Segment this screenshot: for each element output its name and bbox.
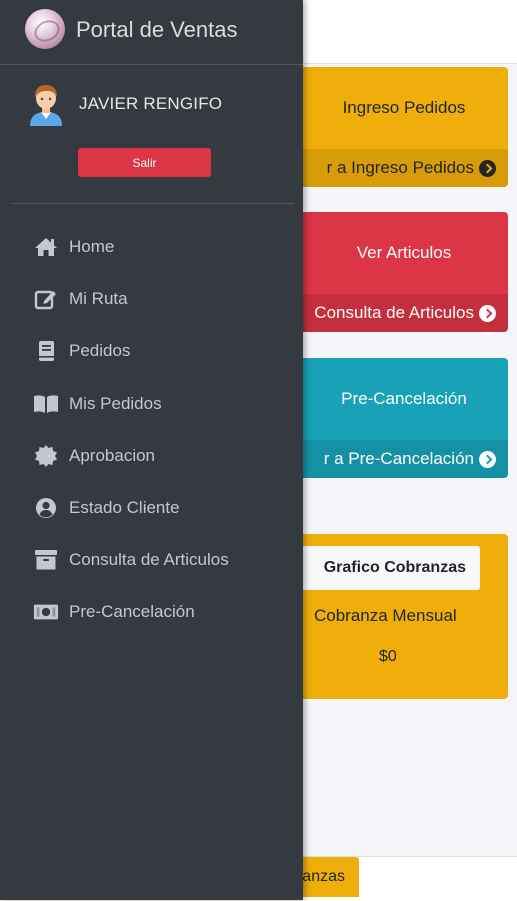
sidebar-item-home[interactable]: Home <box>0 221 303 273</box>
card-pre-cancelacion: Pre-Cancelación r a Pre-Cancelación <box>270 358 508 478</box>
sidebar-divider <box>12 203 294 204</box>
open-book-icon <box>33 393 59 415</box>
brand-logo <box>25 9 65 49</box>
sidebar-item-pedidos[interactable]: Pedidos <box>0 325 303 377</box>
card-title: Ver Articulos <box>356 243 452 262</box>
card-ver-articulos: Ver Articulos Consulta de Articulos <box>270 212 508 332</box>
sidebar-item-mi-ruta[interactable]: Mi Ruta <box>0 273 303 325</box>
card-footer-label: Consulta de Articulos <box>314 303 474 322</box>
edit-icon <box>33 288 59 310</box>
sidebar-nav: Home Mi Ruta Pedidos Mis Pedidos Aprobac… <box>0 221 303 639</box>
grafico-cobranzas-button[interactable]: Grafico Cobranzas <box>296 546 480 590</box>
sidebar-item-label: Estado Cliente <box>69 498 180 518</box>
sidebar-item-label: Consulta de Articulos <box>69 550 229 570</box>
card-title: Ingreso Pedidos <box>342 98 466 117</box>
sidebar-item-aprobacion[interactable]: Aprobacion <box>0 430 303 482</box>
card-footer-link[interactable]: Consulta de Articulos <box>270 294 508 332</box>
sidebar-item-label: Mis Pedidos <box>69 393 162 413</box>
card-ingreso-pedidos: Ingreso Pedidos r a Ingreso Pedidos <box>270 67 508 187</box>
sidebar-item-label: Pre-Cancelación <box>69 602 195 622</box>
sidebar: Portal de Ventas JAVIER RENGIFO Salir Ho… <box>0 0 303 900</box>
cobranza-mensual-label: Cobranza Mensual <box>314 606 457 625</box>
sidebar-item-label: Home <box>69 237 115 257</box>
arrow-circle-right-icon <box>479 450 496 468</box>
sidebar-item-label: Pedidos <box>69 341 131 361</box>
arrow-circle-right-icon <box>479 159 496 177</box>
sidebar-item-label: Aprobacion <box>69 445 156 465</box>
sidebar-item-estado-cliente[interactable]: Estado Cliente <box>0 482 303 534</box>
certificate-icon <box>33 444 59 467</box>
brand-link[interactable]: Portal de Ventas <box>0 0 303 65</box>
user-circle-icon <box>33 497 59 519</box>
sidebar-item-pre-cancelacion[interactable]: Pre-Cancelación <box>0 586 303 638</box>
sidebar-item-label: Mi Ruta <box>69 289 128 309</box>
cobranzas-card: Grafico Cobranzas Cobranza Mensual $0 <box>270 534 508 699</box>
card-footer-label: r a Ingreso Pedidos <box>326 158 474 177</box>
logout-button[interactable]: Salir <box>78 148 211 177</box>
sidebar-item-consulta-articulos[interactable]: Consulta de Articulos <box>0 534 303 586</box>
card-title: Pre-Cancelación <box>341 389 467 408</box>
card-footer-link[interactable]: r a Ingreso Pedidos <box>270 149 508 187</box>
sidebar-item-mis-pedidos[interactable]: Mis Pedidos <box>0 378 303 430</box>
card-footer-label: r a Pre-Cancelación <box>323 449 474 468</box>
book-icon <box>33 340 59 362</box>
archive-icon <box>33 549 59 571</box>
user-name[interactable]: JAVIER RENGIFO <box>79 94 222 114</box>
cobranza-value: $0 <box>379 648 397 665</box>
arrow-circle-right-icon <box>479 304 496 322</box>
card-footer-link[interactable]: r a Pre-Cancelación <box>270 440 508 478</box>
user-avatar <box>26 82 66 128</box>
brand-title: Portal de Ventas <box>76 17 238 42</box>
money-bill-icon <box>33 601 59 623</box>
home-icon <box>33 236 59 258</box>
